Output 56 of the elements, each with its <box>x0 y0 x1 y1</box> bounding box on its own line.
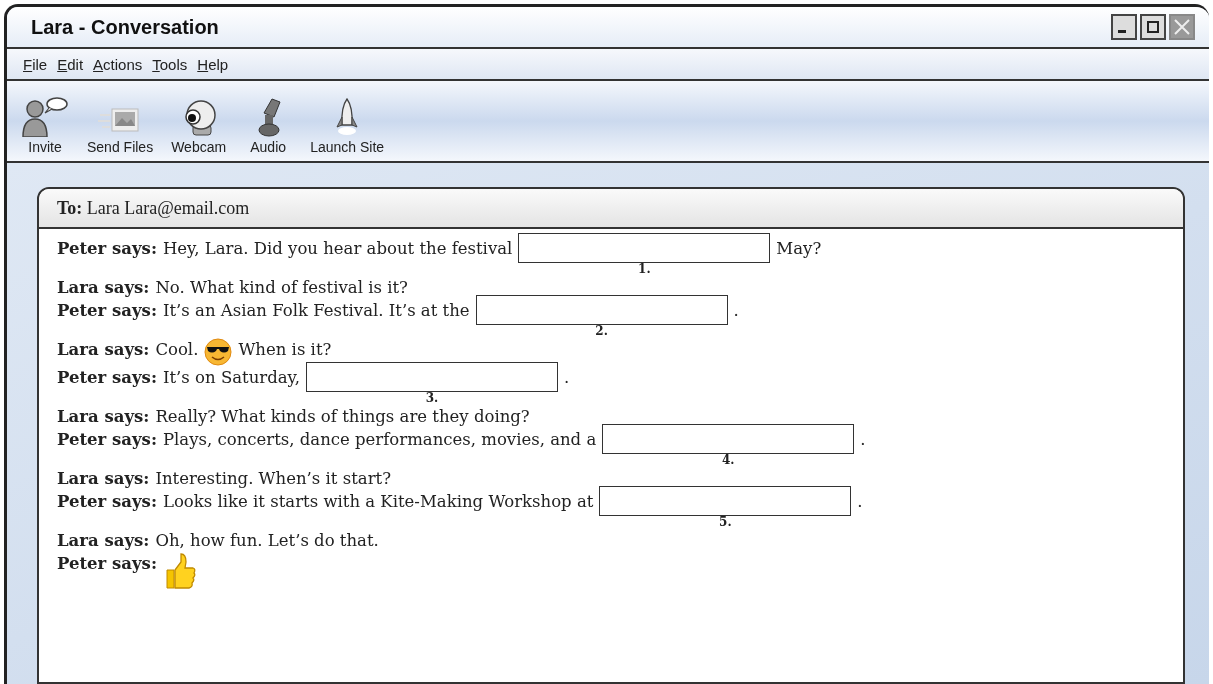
question-number: 3. <box>425 392 439 405</box>
message-text: No. What kind of festival is it? <box>155 277 408 299</box>
toolbar-button[interactable]: Audio <box>240 97 297 155</box>
message-text: Oh, how fun. Let’s do that. <box>155 530 379 552</box>
speaker-label: Lara says: <box>57 468 150 490</box>
question-number: 2. <box>595 325 608 338</box>
question-number: 5. <box>719 516 732 529</box>
question-number: 1. <box>638 263 651 276</box>
message-text: May? <box>776 238 822 260</box>
message-text: Hey, Lara. Did you hear about the festival <box>162 238 513 260</box>
maximize-icon <box>1145 19 1161 35</box>
question-number: 4. <box>722 454 735 467</box>
message-text: . <box>857 491 863 513</box>
message-text: It’s on Saturday, <box>162 367 300 389</box>
message-text: . <box>860 429 866 451</box>
speaker-label: Peter says: <box>57 367 157 389</box>
toolbar-button[interactable]: Send Files <box>83 97 158 155</box>
message-text: Plays, concerts, dance performances, movies, and a <box>162 429 597 451</box>
speaker-label: Peter says: <box>57 429 157 451</box>
answer-box[interactable] <box>475 295 728 325</box>
answer-box[interactable] <box>599 486 852 516</box>
window-title: Lara - Conversation <box>31 15 219 39</box>
message-text: . <box>563 367 570 389</box>
speaker-label: Peter says: <box>57 300 157 322</box>
answer-box[interactable] <box>518 233 771 263</box>
answer-box[interactable] <box>602 424 855 454</box>
toolbar-button[interactable]: Invite <box>17 97 73 155</box>
speaker-label: Lara says: <box>57 277 150 299</box>
close-icon <box>1173 18 1191 36</box>
menu-item[interactable]: File <box>21 55 50 73</box>
menu-item[interactable]: Actions <box>91 55 145 73</box>
message-text: When is it? <box>238 339 332 361</box>
speaker-label: Peter says: <box>57 491 157 513</box>
speaker-label: Lara says: <box>57 339 150 361</box>
recipient-text: To: Lara Lara@email.com <box>57 197 250 219</box>
minimize-icon <box>1118 30 1126 33</box>
menu-item[interactable]: Help <box>195 55 231 73</box>
message-text: It’s an Asian Folk Festival. It’s at the <box>162 300 470 322</box>
message-text: . <box>733 300 739 322</box>
message-text: Looks like it starts with a Kite-Making Workshop at <box>162 491 594 513</box>
message-text: Interesting. When’s it start? <box>155 468 391 490</box>
toolbar-button[interactable]: Webcam <box>167 97 231 155</box>
menu-item[interactable]: Tools <box>150 55 190 73</box>
message-text: Cool. <box>155 339 199 361</box>
sunglasses-smiley-icon <box>204 338 233 366</box>
speaker-label: Lara says: <box>57 530 150 552</box>
toolbar-button[interactable]: Launch Site <box>306 97 389 155</box>
minimize-button[interactable] <box>1111 14 1137 40</box>
speaker-label: Peter says: <box>57 553 157 575</box>
speaker-label: Lara says: <box>57 406 150 428</box>
speaker-label: Peter says: <box>57 238 157 260</box>
answer-box[interactable] <box>305 362 558 392</box>
person-speech-icon <box>21 97 69 137</box>
menu-item[interactable]: Edit <box>55 55 86 73</box>
message-text: Really? What kinds of things are they doing? <box>155 406 530 428</box>
maximize-button[interactable] <box>1140 14 1166 40</box>
